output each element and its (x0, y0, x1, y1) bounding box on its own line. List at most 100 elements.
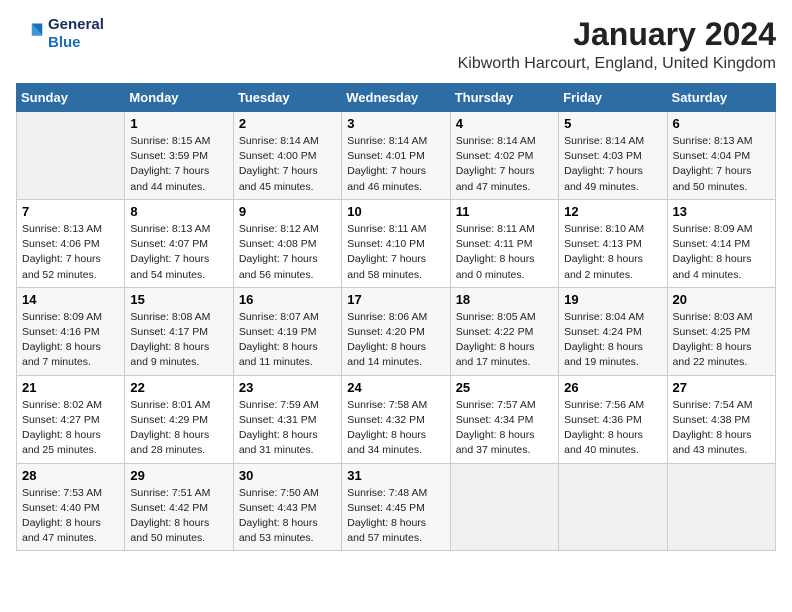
calendar-cell (17, 112, 125, 200)
cell-info: Sunrise: 8:13 AMSunset: 4:07 PMDaylight:… (130, 222, 227, 283)
day-number: 31 (347, 468, 444, 483)
header: General Blue January 2024 Kibworth Harco… (16, 16, 776, 73)
cell-info: Sunrise: 8:07 AMSunset: 4:19 PMDaylight:… (239, 310, 336, 371)
cell-info: Sunrise: 8:11 AMSunset: 4:11 PMDaylight:… (456, 222, 553, 283)
calendar-cell: 24 Sunrise: 7:58 AMSunset: 4:32 PMDayligh… (342, 375, 450, 463)
day-number: 28 (22, 468, 119, 483)
cell-info: Sunrise: 8:13 AMSunset: 4:04 PMDaylight:… (673, 134, 770, 195)
month-title: January 2024 (458, 16, 776, 53)
title-section: January 2024 Kibworth Harcourt, England,… (458, 16, 776, 73)
cell-info: Sunrise: 8:04 AMSunset: 4:24 PMDaylight:… (564, 310, 661, 371)
day-number: 9 (239, 204, 336, 219)
location-title: Kibworth Harcourt, England, United Kingd… (458, 55, 776, 73)
day-number: 8 (130, 204, 227, 219)
day-number: 24 (347, 380, 444, 395)
cell-info: Sunrise: 7:54 AMSunset: 4:38 PMDaylight:… (673, 398, 770, 459)
day-number: 22 (130, 380, 227, 395)
calendar-cell: 17Sunrise: 8:06 AMSunset: 4:20 PMDayligh… (342, 287, 450, 375)
calendar-cell: 30Sunrise: 7:50 AMSunset: 4:43 PMDayligh… (233, 463, 341, 551)
calendar-cell: 27 Sunrise: 7:54 AMSunset: 4:38 PMDayligh… (667, 375, 775, 463)
cell-info: Sunrise: 8:14 AMSunset: 4:02 PMDaylight:… (456, 134, 553, 195)
cell-info: Sunrise: 7:56 AMSunset: 4:36 PMDaylight:… (564, 398, 661, 459)
cell-info: Sunrise: 7:57 AMSunset: 4:34 PMDaylight:… (456, 398, 553, 459)
cell-info: Sunrise: 8:01 AMSunset: 4:29 PMDaylight:… (130, 398, 227, 459)
day-number: 4 (456, 116, 553, 131)
day-number: 15 (130, 292, 227, 307)
logo: General Blue (16, 16, 104, 52)
calendar-cell: 9 Sunrise: 8:12 AMSunset: 4:08 PMDaylight… (233, 199, 341, 287)
day-number: 3 (347, 116, 444, 131)
cell-info: Sunrise: 8:14 AMSunset: 4:01 PMDaylight:… (347, 134, 444, 195)
col-header-thursday: Thursday (450, 84, 558, 112)
cell-info: Sunrise: 8:14 AMSunset: 4:03 PMDaylight:… (564, 134, 661, 195)
col-header-sunday: Sunday (17, 84, 125, 112)
day-number: 1 (130, 116, 227, 131)
calendar-cell: 23Sunrise: 7:59 AMSunset: 4:31 PMDayligh… (233, 375, 341, 463)
calendar-cell (667, 463, 775, 551)
logo-text: General Blue (48, 16, 104, 52)
cell-info: Sunrise: 8:12 AMSunset: 4:08 PMDaylight:… (239, 222, 336, 283)
day-number: 27 (673, 380, 770, 395)
col-header-friday: Friday (559, 84, 667, 112)
week-row-0: 1 Sunrise: 8:15 AMSunset: 3:59 PMDaylight… (17, 112, 776, 200)
calendar-cell: 4 Sunrise: 8:14 AMSunset: 4:02 PMDaylight… (450, 112, 558, 200)
week-row-1: 7Sunrise: 8:13 AMSunset: 4:06 PMDaylight… (17, 199, 776, 287)
day-number: 26 (564, 380, 661, 395)
week-row-4: 28 Sunrise: 7:53 AMSunset: 4:40 PMDayligh… (17, 463, 776, 551)
calendar-cell: 13 Sunrise: 8:09 AMSunset: 4:14 PMDayligh… (667, 199, 775, 287)
week-row-3: 21 Sunrise: 8:02 AMSunset: 4:27 PMDayligh… (17, 375, 776, 463)
day-number: 25 (456, 380, 553, 395)
calendar-cell: 12 Sunrise: 8:10 AMSunset: 4:13 PMDayligh… (559, 199, 667, 287)
cell-info: Sunrise: 8:05 AMSunset: 4:22 PMDaylight:… (456, 310, 553, 371)
day-number: 2 (239, 116, 336, 131)
cell-info: Sunrise: 7:50 AMSunset: 4:43 PMDaylight:… (239, 486, 336, 547)
day-number: 13 (673, 204, 770, 219)
day-number: 19 (564, 292, 661, 307)
calendar-cell: 20Sunrise: 8:03 AMSunset: 4:25 PMDayligh… (667, 287, 775, 375)
cell-info: Sunrise: 7:58 AMSunset: 4:32 PMDaylight:… (347, 398, 444, 459)
cell-info: Sunrise: 8:13 AMSunset: 4:06 PMDaylight:… (22, 222, 119, 283)
calendar-cell: 31 Sunrise: 7:48 AMSunset: 4:45 PMDayligh… (342, 463, 450, 551)
cell-info: Sunrise: 8:10 AMSunset: 4:13 PMDaylight:… (564, 222, 661, 283)
calendar-cell: 14Sunrise: 8:09 AMSunset: 4:16 PMDayligh… (17, 287, 125, 375)
day-number: 6 (673, 116, 770, 131)
day-number: 20 (673, 292, 770, 307)
day-number: 18 (456, 292, 553, 307)
calendar-cell: 19 Sunrise: 8:04 AMSunset: 4:24 PMDayligh… (559, 287, 667, 375)
calendar-cell: 29 Sunrise: 7:51 AMSunset: 4:42 PMDayligh… (125, 463, 233, 551)
logo-icon (16, 20, 44, 48)
col-header-wednesday: Wednesday (342, 84, 450, 112)
calendar-cell: 7Sunrise: 8:13 AMSunset: 4:06 PMDaylight… (17, 199, 125, 287)
col-header-tuesday: Tuesday (233, 84, 341, 112)
cell-info: Sunrise: 7:53 AMSunset: 4:40 PMDaylight:… (22, 486, 119, 547)
day-number: 21 (22, 380, 119, 395)
calendar-cell: 22 Sunrise: 8:01 AMSunset: 4:29 PMDayligh… (125, 375, 233, 463)
cell-info: Sunrise: 8:15 AMSunset: 3:59 PMDaylight:… (130, 134, 227, 195)
calendar-cell (559, 463, 667, 551)
week-row-2: 14Sunrise: 8:09 AMSunset: 4:16 PMDayligh… (17, 287, 776, 375)
day-number: 12 (564, 204, 661, 219)
calendar-cell: 2Sunrise: 8:14 AMSunset: 4:00 PMDaylight… (233, 112, 341, 200)
calendar-cell: 18 Sunrise: 8:05 AMSunset: 4:22 PMDayligh… (450, 287, 558, 375)
calendar-cell: 16 Sunrise: 8:07 AMSunset: 4:19 PMDayligh… (233, 287, 341, 375)
day-number: 16 (239, 292, 336, 307)
calendar-cell: 11 Sunrise: 8:11 AMSunset: 4:11 PMDayligh… (450, 199, 558, 287)
day-number: 11 (456, 204, 553, 219)
calendar-cell: 21 Sunrise: 8:02 AMSunset: 4:27 PMDayligh… (17, 375, 125, 463)
day-number: 17 (347, 292, 444, 307)
header-row: SundayMondayTuesdayWednesdayThursdayFrid… (17, 84, 776, 112)
cell-info: Sunrise: 8:09 AMSunset: 4:14 PMDaylight:… (673, 222, 770, 283)
cell-info: Sunrise: 7:59 AMSunset: 4:31 PMDaylight:… (239, 398, 336, 459)
cell-info: Sunrise: 8:08 AMSunset: 4:17 PMDaylight:… (130, 310, 227, 371)
cell-info: Sunrise: 7:51 AMSunset: 4:42 PMDaylight:… (130, 486, 227, 547)
calendar-cell: 3 Sunrise: 8:14 AMSunset: 4:01 PMDaylight… (342, 112, 450, 200)
calendar-cell: 28 Sunrise: 7:53 AMSunset: 4:40 PMDayligh… (17, 463, 125, 551)
day-number: 29 (130, 468, 227, 483)
cell-info: Sunrise: 7:48 AMSunset: 4:45 PMDaylight:… (347, 486, 444, 547)
day-number: 5 (564, 116, 661, 131)
cell-info: Sunrise: 8:02 AMSunset: 4:27 PMDaylight:… (22, 398, 119, 459)
day-number: 10 (347, 204, 444, 219)
col-header-saturday: Saturday (667, 84, 775, 112)
calendar-cell: 10Sunrise: 8:11 AMSunset: 4:10 PMDayligh… (342, 199, 450, 287)
cell-info: Sunrise: 8:09 AMSunset: 4:16 PMDaylight:… (22, 310, 119, 371)
